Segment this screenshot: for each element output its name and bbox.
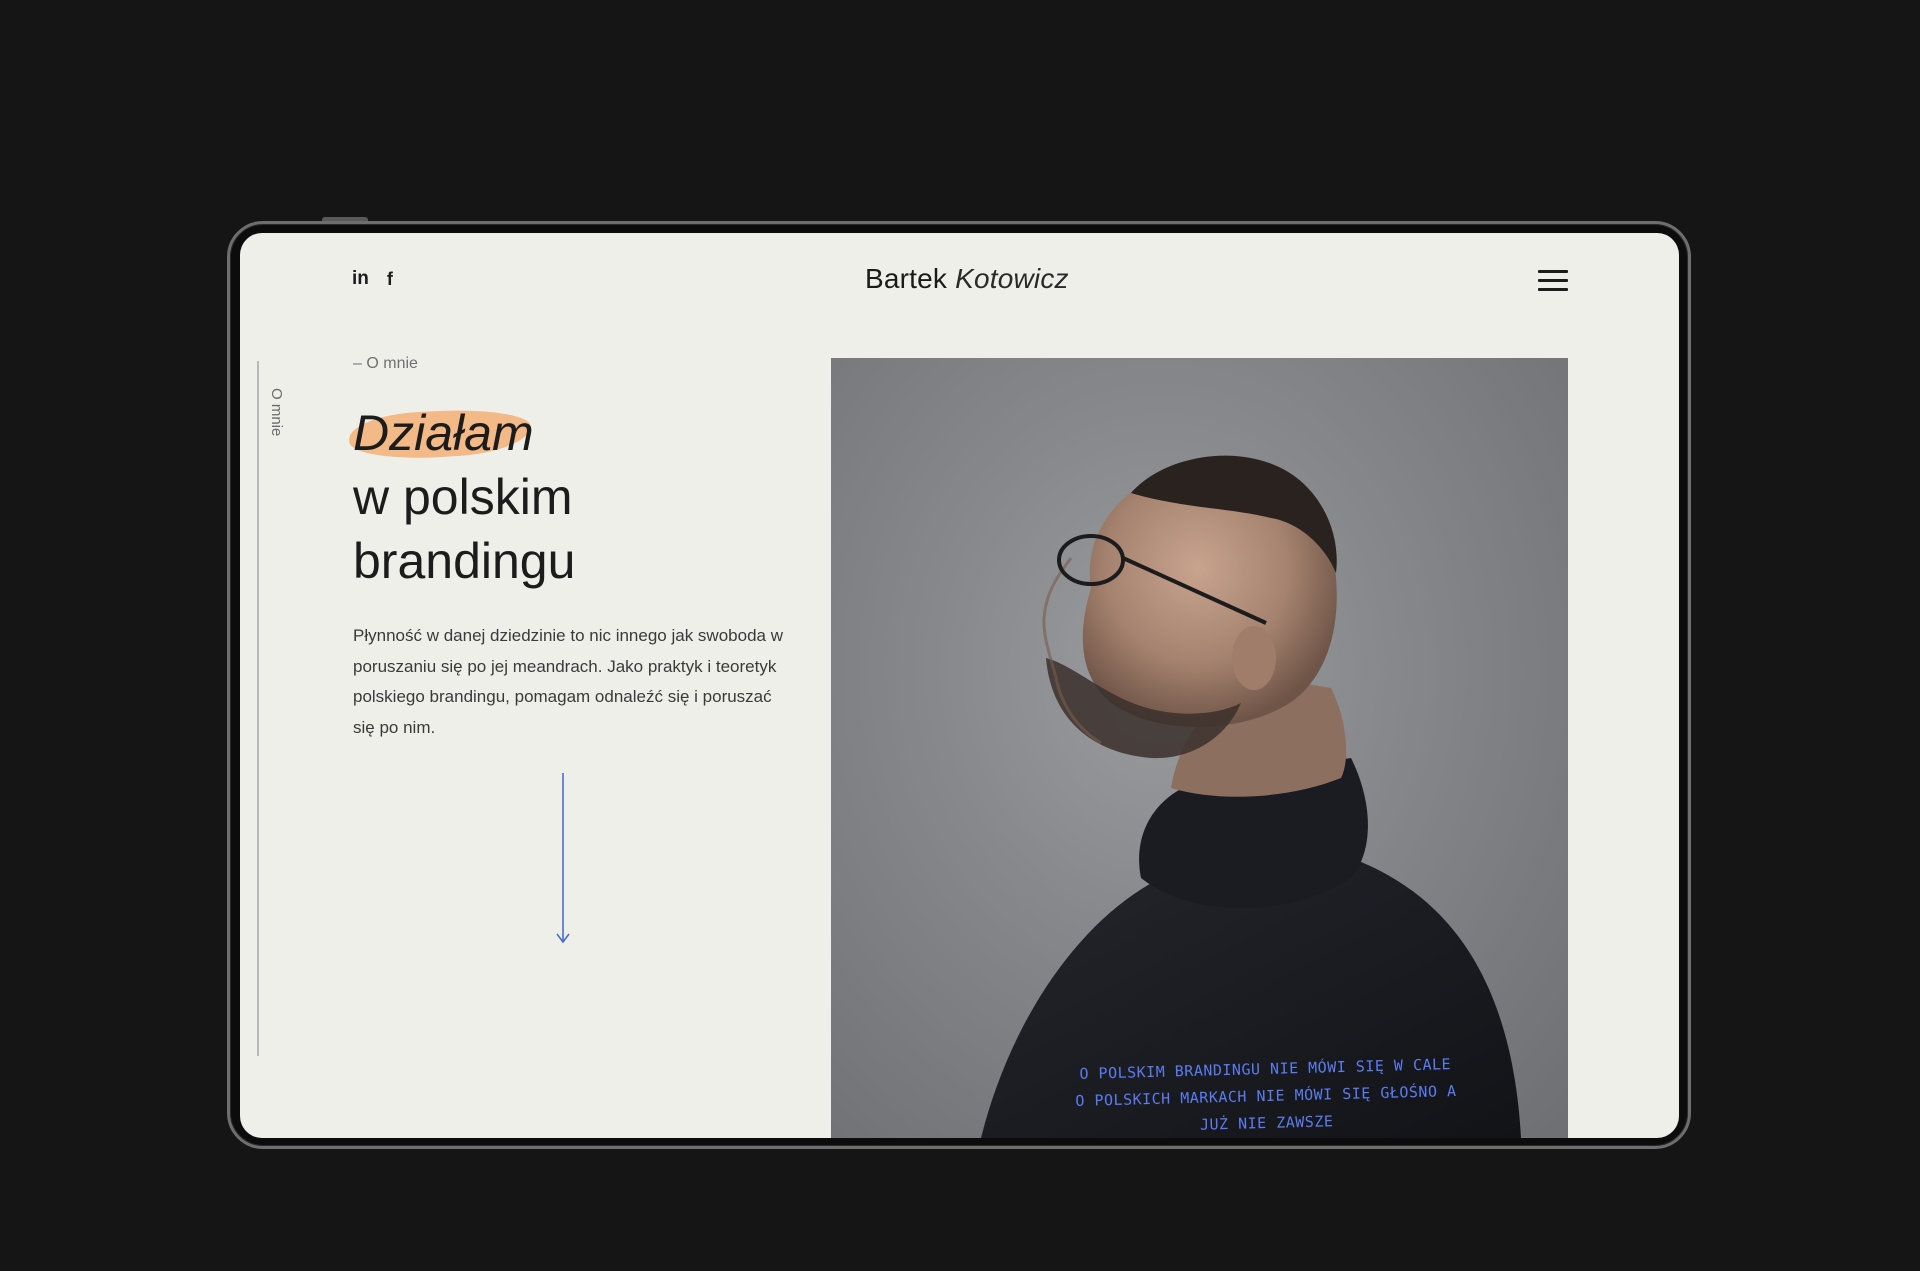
photo-handwritten-caption: O polskim brandingu nie mówi się w cale … — [1075, 1055, 1457, 1134]
side-nav-label-wrap: O mnie — [267, 388, 285, 448]
arrow-down-icon[interactable] — [555, 773, 571, 945]
hero-title: Działam w polskim brandingu — [347, 401, 576, 593]
side-nav-label[interactable]: O mnie — [268, 388, 285, 436]
section-tag: – O mnie — [353, 355, 418, 372]
side-progress-line — [257, 361, 259, 1056]
logo-last-name: Kotowicz — [955, 263, 1069, 294]
portrait-illustration — [981, 455, 1521, 1138]
hero-title-line3: brandingu — [353, 533, 576, 589]
hamburger-menu-icon[interactable] — [1538, 270, 1568, 292]
logo-first-name: Bartek — [865, 263, 948, 294]
portrait-photo: O polskim brandingu nie mówi się w cale … — [831, 358, 1568, 1138]
hero-title-highlight: Działam — [353, 405, 534, 461]
hero-title-highlight-wrap: Działam — [347, 401, 575, 465]
linkedin-icon[interactable]: in — [352, 269, 369, 288]
hero-title-line2: w polskim — [353, 469, 573, 525]
facebook-icon[interactable]: f — [387, 270, 393, 288]
hero-intro-text: Płynność w danej dziedzinie to nic inneg… — [353, 626, 783, 737]
site-logo[interactable]: Bartek Kotowicz — [865, 263, 1069, 295]
website-screen: in f Bartek Kotowicz O mnie – O mnie Dzi… — [240, 233, 1679, 1138]
social-links: in f — [352, 269, 393, 288]
